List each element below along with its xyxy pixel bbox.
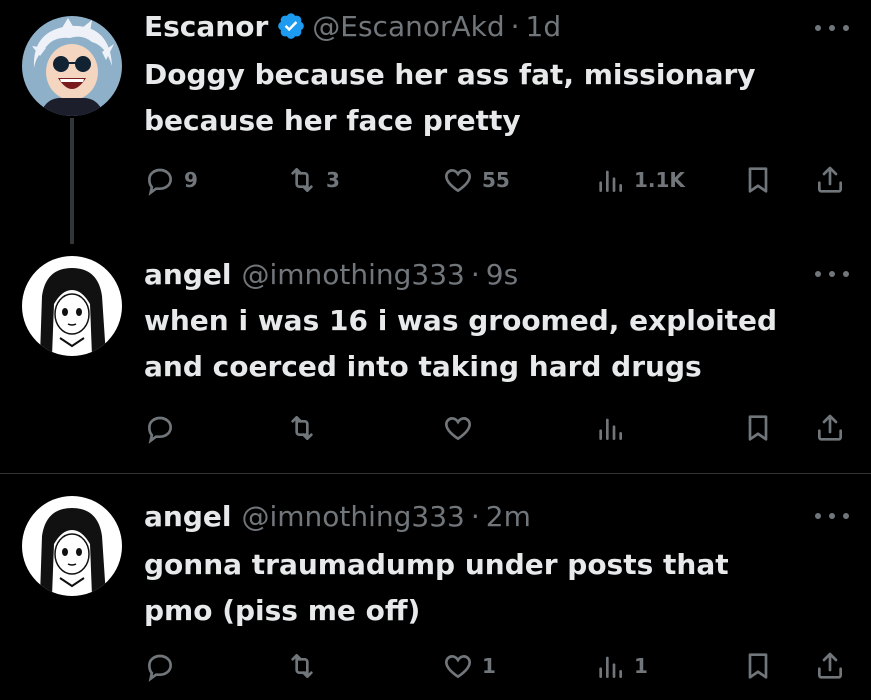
tweet-text-line: pmo (piss me off) — [144, 594, 421, 627]
tweet-text: Doggy because her ass fat, missionary be… — [144, 52, 844, 144]
user-handle[interactable]: @EscanorAkd — [312, 10, 504, 43]
bar-chart-icon — [599, 418, 622, 440]
bookmark-button[interactable] — [742, 160, 774, 200]
avatar-escanor[interactable] — [22, 16, 122, 116]
tweet-text-line: Doggy because her ass fat, missionary — [144, 58, 756, 91]
reply-button[interactable]: 9 — [144, 160, 198, 200]
avatar-angel[interactable] — [22, 256, 122, 356]
like-count: 55 — [482, 168, 510, 192]
retweet-arrows-icon — [291, 654, 313, 678]
avatar-angel[interactable] — [22, 496, 122, 596]
tweet-text-line: when i was 16 i was groomed, exploited — [144, 304, 778, 337]
retweet-arrows-icon — [291, 416, 313, 440]
tweet-header: angel @imnothing333 · 9s — [144, 254, 518, 294]
user-handle[interactable]: @imnothing333 — [241, 500, 464, 533]
share-button[interactable] — [814, 408, 846, 448]
like-button[interactable] — [442, 408, 482, 448]
tweet-text-line: and coerced into taking hard drugs — [144, 350, 702, 383]
share-upload-icon — [818, 166, 842, 193]
more-dots-icon[interactable] — [815, 506, 849, 526]
view-count: 1.1K — [634, 168, 685, 192]
bookmark-icon — [748, 653, 768, 679]
views-button[interactable]: 1.1K — [594, 160, 685, 200]
retweet-button[interactable] — [286, 408, 326, 448]
display-name[interactable]: Escanor — [144, 10, 268, 43]
action-bar — [144, 408, 850, 448]
tweet-text: when i was 16 i was groomed, exploited a… — [144, 298, 844, 390]
timestamp[interactable]: 1d — [526, 10, 562, 43]
like-button[interactable]: 1 — [442, 646, 496, 686]
like-button[interactable]: 55 — [442, 160, 510, 200]
display-name[interactable]: angel — [144, 258, 231, 291]
bar-chart-icon — [599, 656, 622, 678]
share-upload-icon — [818, 652, 842, 679]
user-handle[interactable]: @imnothing333 — [241, 258, 464, 291]
views-button[interactable]: 1 — [594, 646, 648, 686]
view-count: 1 — [634, 654, 648, 678]
tweet-angel-2[interactable]: angel @imnothing333 · 2m gonna traumadum… — [0, 474, 871, 700]
tweet-text-line: because her face pretty — [144, 104, 521, 137]
verified-badge-icon — [276, 11, 306, 41]
tweet-angel-1[interactable]: angel @imnothing333 · 9s when i was 16 i… — [0, 240, 871, 472]
separator-dot: · — [470, 257, 480, 291]
tweet-header: angel @imnothing333 · 2m — [144, 496, 531, 536]
bookmark-button[interactable] — [742, 646, 774, 686]
tweet-text-line: gonna traumadump under posts that — [144, 548, 729, 581]
speech-bubble-icon — [147, 416, 173, 444]
heart-icon — [445, 417, 471, 441]
bookmark-button[interactable] — [742, 408, 774, 448]
tweet-header: Escanor @EscanorAkd · 1d — [144, 6, 561, 46]
timestamp[interactable]: 2m — [486, 500, 531, 533]
share-button[interactable] — [814, 646, 846, 686]
action-bar: 1 1 — [144, 646, 850, 686]
separator-dot: · — [470, 499, 480, 533]
share-button[interactable] — [814, 160, 846, 200]
more-dots-icon[interactable] — [815, 264, 849, 284]
retweet-arrows-icon — [291, 168, 313, 192]
retweet-button[interactable] — [286, 646, 326, 686]
heart-icon — [445, 655, 471, 679]
views-button[interactable] — [594, 408, 634, 448]
bookmark-icon — [748, 415, 768, 441]
reply-button[interactable] — [144, 408, 184, 448]
retweet-button[interactable]: 3 — [286, 160, 340, 200]
bar-chart-icon — [599, 170, 622, 192]
speech-bubble-icon — [147, 654, 173, 682]
reply-button[interactable] — [144, 646, 184, 686]
retweet-count: 3 — [326, 168, 340, 192]
heart-icon — [445, 169, 471, 193]
more-dots-icon[interactable] — [815, 18, 849, 38]
tweet-escanor[interactable]: Escanor @EscanorAkd · 1d Doggy because h… — [0, 0, 871, 240]
separator-dot: · — [510, 9, 520, 43]
share-upload-icon — [818, 414, 842, 441]
display-name[interactable]: angel — [144, 500, 231, 533]
action-bar: 9 3 55 1.1K — [144, 160, 850, 200]
timestamp[interactable]: 9s — [486, 258, 518, 291]
bookmark-icon — [748, 167, 768, 193]
tweet-text: gonna traumadump under posts that pmo (p… — [144, 542, 844, 634]
like-count: 1 — [482, 654, 496, 678]
speech-bubble-icon — [147, 168, 173, 196]
reply-count: 9 — [184, 168, 198, 192]
